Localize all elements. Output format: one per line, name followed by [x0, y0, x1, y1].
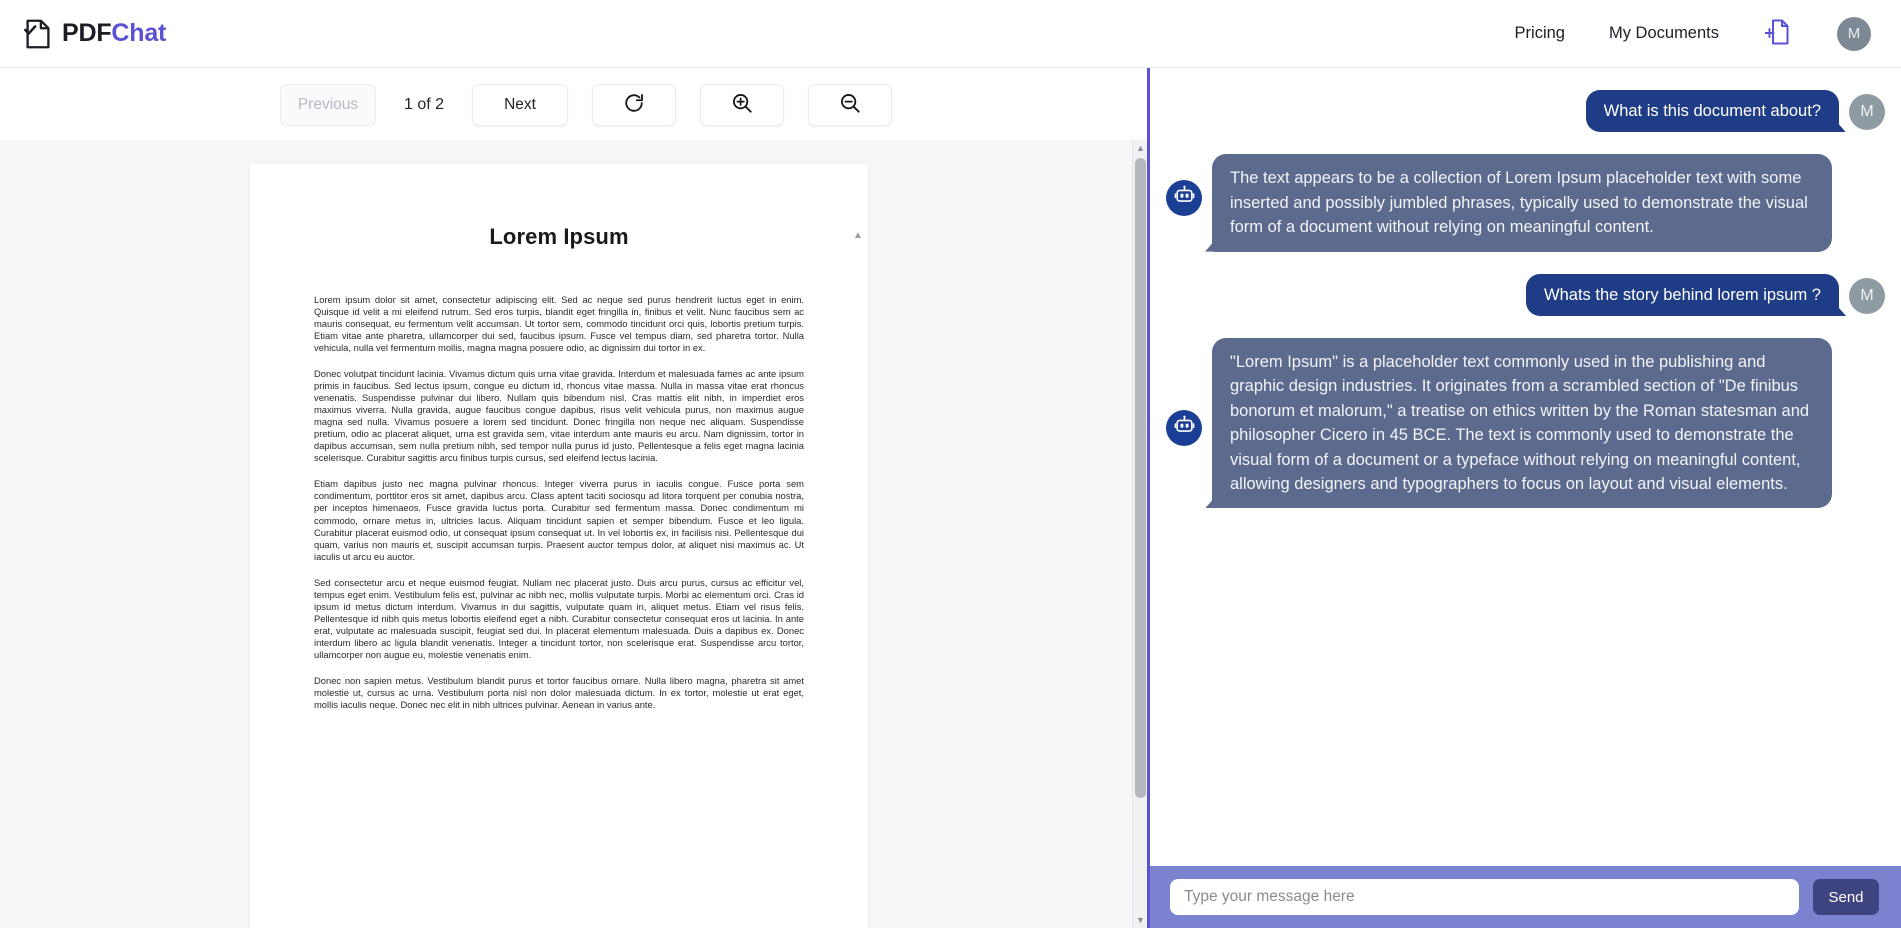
- scrollbar-thumb[interactable]: [1135, 158, 1146, 798]
- page-collapse-chevron-icon[interactable]: ▲: [853, 230, 863, 241]
- pdf-scroll-viewport[interactable]: Lorem Ipsum Lorem ipsum dolor sit amet, …: [0, 140, 1147, 928]
- document-paragraph: Lorem ipsum dolor sit amet, consectetur …: [314, 294, 804, 354]
- page-indicator: 1 of 2: [404, 96, 445, 113]
- user-avatar[interactable]: M: [1837, 16, 1871, 51]
- pdf-page-1: Lorem Ipsum Lorem ipsum dolor sit amet, …: [250, 164, 868, 928]
- document-paragraph: Sed consectetur arcu et neque euismod fe…: [314, 576, 804, 660]
- message-bubble: Whats the story behind lorem ipsum ?: [1526, 273, 1839, 317]
- user-message-avatar: M: [1849, 94, 1885, 130]
- robot-icon: [1174, 185, 1195, 211]
- chat-message-user: What is this document about? M: [1166, 90, 1885, 133]
- brand-name-pdf: PDF: [62, 19, 112, 47]
- bot-message-avatar: [1166, 410, 1202, 447]
- nav-links-group: Pricing My Documents M: [1515, 16, 1871, 51]
- message-input[interactable]: [1170, 879, 1799, 915]
- brand-name-chat: Chat: [111, 19, 167, 47]
- zoom-out-icon: [839, 92, 861, 119]
- zoom-out-button[interactable]: [808, 84, 893, 126]
- rotate-cw-icon: [623, 92, 645, 119]
- top-navigation-bar: PDFChat Pricing My Documents M: [0, 0, 1901, 68]
- main-content: Previous 1 of 2 Next Lorem Ipsum Lorem i…: [0, 68, 1901, 928]
- pdf-toolbar: Previous 1 of 2 Next: [0, 68, 1147, 140]
- chat-message-list[interactable]: What is this document about? M The text …: [1150, 68, 1901, 866]
- brand-logo-link[interactable]: PDFChat: [24, 19, 166, 49]
- chat-message-user: Whats the story behind lorem ipsum ? M: [1166, 273, 1885, 317]
- add-document-button[interactable]: [1763, 18, 1793, 50]
- message-bubble: The text appears to be a collection of L…: [1212, 154, 1832, 252]
- chat-composer: Send: [1150, 866, 1901, 928]
- send-button[interactable]: Send: [1813, 879, 1879, 915]
- nav-link-pricing[interactable]: Pricing: [1515, 24, 1565, 43]
- document-check-icon: [24, 19, 52, 49]
- zoom-in-icon: [731, 92, 753, 119]
- document-paragraph: Donec non sapien metus. Vestibulum bland…: [314, 674, 804, 710]
- robot-icon: [1174, 415, 1195, 441]
- user-message-avatar: M: [1849, 277, 1885, 314]
- next-page-button[interactable]: Next: [472, 84, 569, 126]
- scrollbar-up-arrow-icon[interactable]: ▲: [1133, 140, 1147, 156]
- pdf-scrollbar[interactable]: ▲ ▼: [1132, 140, 1147, 928]
- previous-page-button[interactable]: Previous: [280, 84, 376, 126]
- chat-message-bot: "Lorem Ipsum" is a placeholder text comm…: [1166, 338, 1885, 509]
- message-bubble: What is this document about?: [1585, 90, 1839, 133]
- rotate-button[interactable]: [592, 84, 677, 126]
- message-bubble: "Lorem Ipsum" is a placeholder text comm…: [1212, 338, 1832, 509]
- nav-link-my-documents[interactable]: My Documents: [1609, 24, 1719, 43]
- add-document-icon: [1764, 18, 1791, 49]
- scrollbar-down-arrow-icon[interactable]: ▼: [1133, 912, 1147, 928]
- pdf-viewer-pane: Previous 1 of 2 Next Lorem Ipsum Lorem i…: [0, 68, 1147, 928]
- chat-pane: What is this document about? M The text …: [1150, 68, 1901, 928]
- zoom-in-button[interactable]: [700, 84, 785, 126]
- document-paragraph: Donec volutpat tincidunt lacinia. Vivamu…: [314, 368, 804, 464]
- document-paragraph: Etiam dapibus justo nec magna pulvinar r…: [314, 478, 804, 562]
- chat-message-bot: The text appears to be a collection of L…: [1166, 154, 1885, 252]
- document-title: Lorem Ipsum: [489, 224, 629, 249]
- bot-message-avatar: [1166, 180, 1202, 217]
